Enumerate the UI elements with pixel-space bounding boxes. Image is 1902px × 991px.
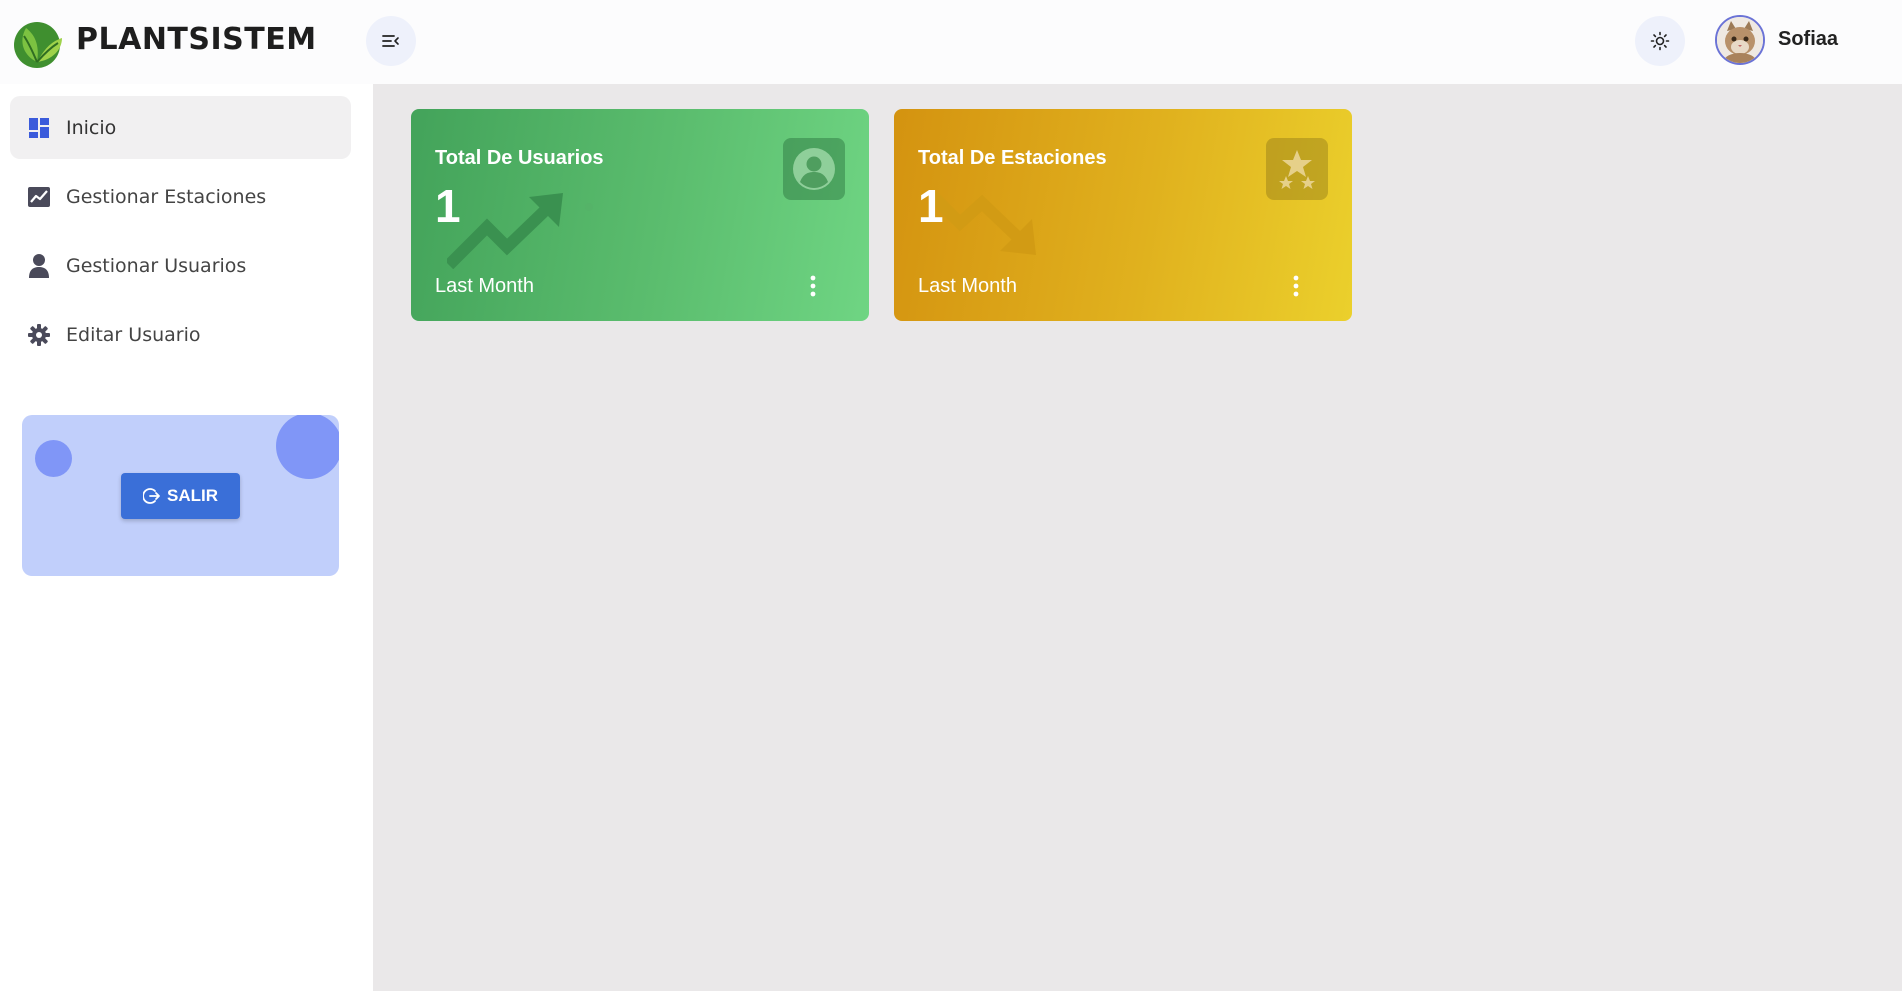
logout-button[interactable]: SALIR xyxy=(121,473,240,519)
main-content: Total De Usuarios 1 Last Month Total De … xyxy=(373,84,1902,991)
card-footer: Last Month xyxy=(918,275,1017,297)
sidebar-item-label: Gestionar Estaciones xyxy=(66,185,267,208)
theme-toggle-button[interactable] xyxy=(1635,16,1685,66)
user-icon xyxy=(26,253,52,279)
sidebar-item-inicio[interactable]: Inicio xyxy=(10,96,351,159)
top-header: PLANTSISTEM Sofiaa xyxy=(0,0,1902,84)
brand-name: PLANTSISTEM xyxy=(76,22,317,57)
logout-label: SALIR xyxy=(167,486,218,505)
trending-down-icon xyxy=(930,190,1036,255)
sidebar-item-label: Editar Usuario xyxy=(66,323,201,346)
logout-icon xyxy=(143,488,160,504)
card-title: Total De Estaciones xyxy=(918,147,1107,169)
trending-up-icon xyxy=(447,193,593,269)
decorative-circle xyxy=(35,440,72,477)
card-footer: Last Month xyxy=(435,275,534,297)
sidebar-item-label: Inicio xyxy=(66,116,117,139)
user-circle-icon xyxy=(783,138,845,200)
menu-toggle-button[interactable] xyxy=(366,16,416,66)
cat-avatar-icon xyxy=(1717,17,1763,63)
stars-icon xyxy=(1266,138,1328,200)
logout-card: SALIR xyxy=(22,415,339,576)
stat-card-estaciones: Total De Estaciones 1 Last Month xyxy=(894,109,1352,321)
collapse-menu-icon xyxy=(382,35,399,47)
sidebar-item-gestionar-estaciones[interactable]: Gestionar Estaciones xyxy=(10,165,351,228)
dashboard-icon xyxy=(26,115,52,141)
username[interactable]: Sofiaa xyxy=(1778,28,1838,51)
chart-line-icon xyxy=(26,184,52,210)
decorative-circle xyxy=(276,415,339,479)
card-value: 1 xyxy=(435,180,461,232)
stat-card-usuarios: Total De Usuarios 1 Last Month xyxy=(411,109,869,321)
sidebar-item-label: Gestionar Usuarios xyxy=(66,254,247,277)
more-options-button[interactable] xyxy=(803,272,823,300)
avatar[interactable] xyxy=(1715,15,1765,65)
sun-icon xyxy=(1650,31,1670,51)
kebab-menu-icon xyxy=(810,275,816,297)
gear-icon xyxy=(26,322,52,348)
sidebar: Inicio Gestionar Estaciones Gestionar Us… xyxy=(0,84,373,991)
sidebar-item-editar-usuario[interactable]: Editar Usuario xyxy=(10,303,351,366)
more-options-button[interactable] xyxy=(1286,272,1306,300)
kebab-menu-icon xyxy=(1293,275,1299,297)
card-title: Total De Usuarios xyxy=(435,147,604,169)
sidebar-item-gestionar-usuarios[interactable]: Gestionar Usuarios xyxy=(10,234,351,297)
card-value: 1 xyxy=(918,180,944,232)
leaf-logo-icon xyxy=(10,16,64,70)
